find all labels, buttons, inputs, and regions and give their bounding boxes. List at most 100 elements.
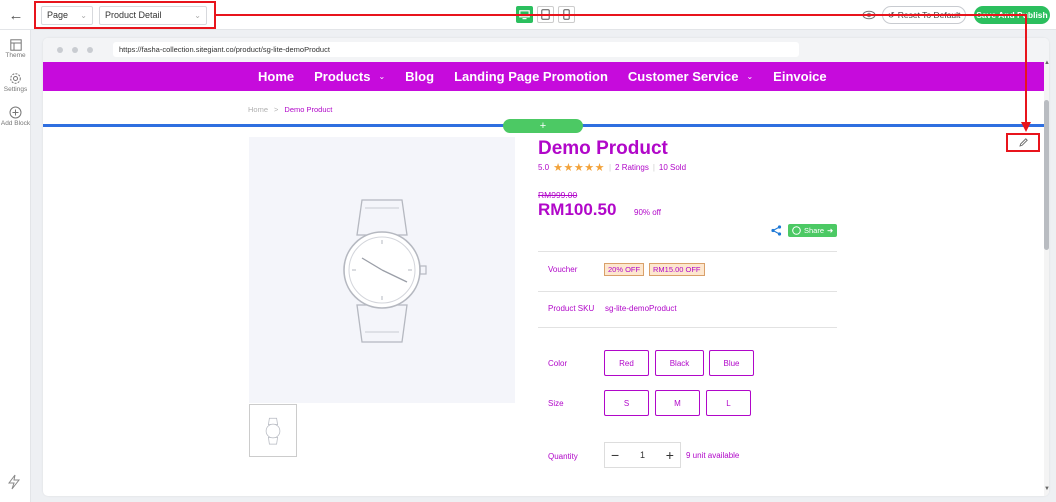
- back-arrow-icon[interactable]: ←: [6, 5, 26, 25]
- chevron-down-icon: ⌄: [378, 72, 386, 81]
- color-option-black[interactable]: Black: [655, 350, 704, 376]
- size-option-s[interactable]: S: [604, 390, 649, 416]
- page-type-select-value: Page: [47, 10, 69, 20]
- nav-item-home[interactable]: Home: [258, 69, 294, 84]
- chevron-down-icon: ⌄: [80, 10, 87, 20]
- quantity-stepper: − 1 +: [604, 442, 681, 468]
- decrease-quantity-button[interactable]: −: [611, 447, 619, 463]
- voucher-badge-percent[interactable]: 20% OFF: [604, 263, 645, 276]
- product-main-image[interactable]: [249, 137, 515, 403]
- browser-chrome: https://fasha-collection.sitegiant.co/pr…: [43, 38, 1049, 62]
- forward-arrow-icon: ➜: [827, 226, 834, 235]
- breadcrumb: Home > Demo Product: [248, 105, 332, 114]
- nav-item-blog[interactable]: Blog: [405, 69, 434, 84]
- page-selector-group: Page ⌄ Product Detail ⌄: [34, 1, 216, 29]
- star-rating-icons: ★★★★★: [553, 162, 605, 174]
- rating-value: 5.0: [538, 163, 550, 172]
- left-rail: Theme Settings Add Block: [0, 30, 31, 502]
- quantity-label: Quantity: [548, 452, 578, 461]
- nav-item-label: Home: [258, 69, 295, 84]
- pencil-icon: [1018, 138, 1028, 147]
- rail-item-label: Theme: [5, 52, 26, 59]
- theme-icon: [9, 39, 22, 51]
- product-thumbnail[interactable]: [249, 404, 297, 457]
- add-circle-icon: [9, 106, 22, 119]
- store-nav-bar: Home Products ⌄ Blog Landing Page Promoti…: [43, 62, 1044, 91]
- add-section-button[interactable]: +: [503, 119, 583, 133]
- page-type-select[interactable]: Page ⌄: [41, 5, 93, 25]
- size-label: Size: [548, 399, 564, 408]
- nav-item-landing-page-promotion[interactable]: Landing Page Promotion: [454, 69, 608, 84]
- share-icon[interactable]: [771, 225, 782, 236]
- nav-item-label: Products: [314, 69, 371, 84]
- desktop-icon: [519, 9, 530, 19]
- voucher-label: Voucher: [548, 265, 578, 274]
- watch-icon: [343, 199, 427, 343]
- share-button-label: Share: [804, 226, 825, 235]
- scrollbar-thumb[interactable]: [1044, 100, 1049, 250]
- sku-label: Product SKU: [548, 304, 595, 313]
- tablet-icon: [541, 9, 550, 20]
- ratings-count[interactable]: 2 Ratings: [615, 163, 649, 172]
- whatsapp-icon: [792, 226, 801, 235]
- breadcrumb-home[interactable]: Home: [248, 105, 268, 114]
- stock-available: 9 unit available: [686, 451, 740, 460]
- tablet-view-button[interactable]: [537, 6, 554, 23]
- divider: [538, 291, 837, 292]
- product-rating: 5.0 ★★★★★ | 2 Ratings | 10 Sold: [538, 162, 687, 174]
- size-option-l[interactable]: L: [706, 390, 751, 416]
- breadcrumb-current: Demo Product: [284, 105, 333, 114]
- editor-toolbar: ← Page ⌄ Product Detail ⌄ ↺ Reset To Def…: [0, 0, 1056, 30]
- desktop-view-button[interactable]: [516, 6, 533, 23]
- save-and-publish-button[interactable]: Save And Publish: [974, 6, 1050, 24]
- reset-icon: ↺: [887, 9, 895, 20]
- rail-item-add-block[interactable]: Add Block: [0, 106, 31, 127]
- nav-item-label: Einvoice: [773, 69, 827, 84]
- address-bar: https://fasha-collection.sitegiant.co/pr…: [113, 42, 799, 57]
- nav-item-label: Customer Service: [627, 69, 739, 84]
- share-row: Share ➜: [771, 224, 838, 237]
- rail-item-label: Settings: [3, 86, 28, 93]
- window-dots: [57, 47, 93, 53]
- nav-item-einvoice[interactable]: Einvoice: [773, 69, 826, 84]
- nav-item-customer-service[interactable]: Customer Service ⌄: [628, 69, 753, 84]
- sku-value: sg-lite-demoProduct: [605, 304, 677, 313]
- breadcrumb-separator: >: [274, 105, 279, 114]
- page-template-select-value: Product Detail: [105, 10, 162, 20]
- color-option-red[interactable]: Red: [604, 350, 649, 376]
- preview-canvas: https://fasha-collection.sitegiant.co/pr…: [43, 38, 1049, 496]
- scroll-up-icon[interactable]: ▲: [1044, 60, 1049, 66]
- color-option-blue[interactable]: Blue: [709, 350, 754, 376]
- reset-to-default-button[interactable]: ↺ Reset To Default: [882, 6, 966, 24]
- sale-price: RM100.50: [538, 200, 617, 219]
- chevron-down-icon: ⌄: [746, 72, 754, 81]
- scroll-down-icon[interactable]: ▼: [1044, 486, 1049, 492]
- chevron-down-icon: ⌄: [194, 10, 201, 20]
- whatsapp-share-button[interactable]: Share ➜: [788, 224, 838, 237]
- mobile-icon: [563, 9, 570, 20]
- gear-icon: [10, 73, 21, 84]
- device-switcher: [516, 6, 575, 23]
- voucher-badge-amount[interactable]: RM15.00 OFF: [649, 263, 705, 276]
- rail-item-settings[interactable]: Settings: [0, 72, 31, 93]
- watch-thumbnail-icon: [265, 417, 281, 444]
- product-title: Demo Product: [538, 138, 668, 159]
- rail-item-label: Add Block: [0, 120, 31, 127]
- increase-quantity-button[interactable]: +: [666, 447, 674, 463]
- original-price: RM999.00: [538, 190, 578, 200]
- divider: [538, 251, 837, 252]
- edit-section-button[interactable]: [1006, 133, 1040, 152]
- divider: [538, 327, 837, 328]
- nav-item-label: Landing Page Promotion: [454, 69, 608, 84]
- rail-item-theme[interactable]: Theme: [0, 39, 31, 59]
- quantity-value[interactable]: 1: [640, 450, 645, 460]
- color-label: Color: [548, 359, 568, 368]
- mobile-view-button[interactable]: [558, 6, 575, 23]
- page-template-select[interactable]: Product Detail ⌄: [99, 5, 207, 25]
- preview-eye-icon[interactable]: [862, 8, 876, 22]
- size-option-m[interactable]: M: [655, 390, 700, 416]
- nav-item-products[interactable]: Products ⌄: [314, 69, 385, 84]
- lightning-icon[interactable]: [7, 474, 21, 490]
- reset-button-label: Reset To Default: [897, 10, 961, 20]
- sold-count: 10 Sold: [658, 163, 687, 172]
